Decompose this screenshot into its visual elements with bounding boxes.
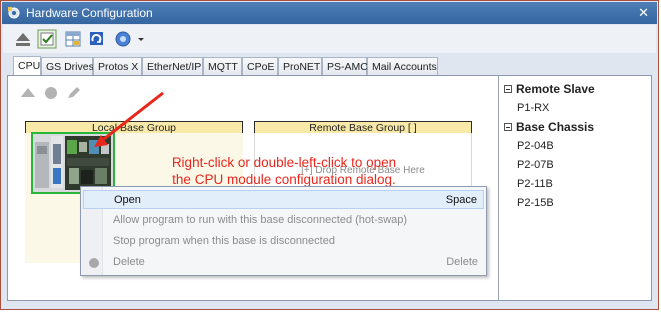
window-frame: Hardware Configuration ✕ CPU GS Drives P… bbox=[0, 0, 659, 310]
table-icon[interactable] bbox=[63, 29, 83, 49]
tree-item-p2-15b[interactable]: P2-15B bbox=[517, 197, 554, 209]
collapse-icon[interactable] bbox=[504, 123, 512, 131]
help-icon[interactable] bbox=[113, 29, 133, 49]
close-icon[interactable]: ✕ bbox=[638, 5, 649, 21]
refresh-icon[interactable] bbox=[87, 29, 107, 49]
tree-item-p2-04b[interactable]: P2-04B bbox=[517, 140, 554, 152]
tab-cpoe[interactable]: CPoE bbox=[242, 57, 278, 75]
checklist-icon[interactable] bbox=[37, 29, 57, 49]
module-tree-panel: Remote Slave P1-RX Base Chassis P2-04B P… bbox=[498, 76, 651, 300]
tab-protos-x[interactable]: Protos X bbox=[93, 57, 142, 75]
tab-ethernet-ip[interactable]: EtherNet/IP bbox=[142, 57, 203, 75]
toolbar bbox=[3, 25, 656, 53]
tab-gs-drives[interactable]: GS Drives bbox=[41, 57, 94, 75]
hardware-config-icon bbox=[8, 7, 20, 19]
eject-icon[interactable] bbox=[13, 29, 33, 49]
tab-cpu[interactable]: CPU bbox=[13, 56, 41, 76]
window-title: Hardware Configuration bbox=[26, 6, 153, 20]
title-bar: Hardware Configuration ✕ bbox=[2, 2, 657, 24]
collapse-icon[interactable] bbox=[504, 85, 512, 93]
tree-item-p2-11b[interactable]: P2-11B bbox=[517, 178, 553, 190]
context-menu: Open Space Allow program to run with thi… bbox=[80, 186, 487, 276]
tab-pronet[interactable]: ProNET bbox=[278, 57, 322, 75]
menu-item-allow-hot-swap[interactable]: Allow program to run with this base disc… bbox=[83, 211, 484, 230]
tab-ps-amc[interactable]: PS-AMC bbox=[322, 57, 368, 75]
tab-mail-accounts[interactable]: Mail Accounts bbox=[367, 57, 438, 75]
tree-remote-slave[interactable]: Remote Slave bbox=[504, 82, 595, 96]
tab-mqtt[interactable]: MQTT bbox=[203, 57, 242, 75]
menu-item-stop-program[interactable]: Stop program when this base is disconnec… bbox=[83, 232, 484, 251]
delete-icon bbox=[89, 258, 99, 268]
tree-item-p2-07b[interactable]: P2-07B bbox=[517, 159, 554, 171]
dropdown-arrow-icon[interactable] bbox=[135, 29, 147, 49]
menu-item-open[interactable]: Open Space bbox=[83, 190, 484, 209]
tree-item-p1-rx[interactable]: P1-RX bbox=[517, 102, 549, 114]
tree-base-chassis[interactable]: Base Chassis bbox=[504, 120, 594, 134]
menu-item-delete[interactable]: Delete Delete bbox=[83, 253, 484, 272]
